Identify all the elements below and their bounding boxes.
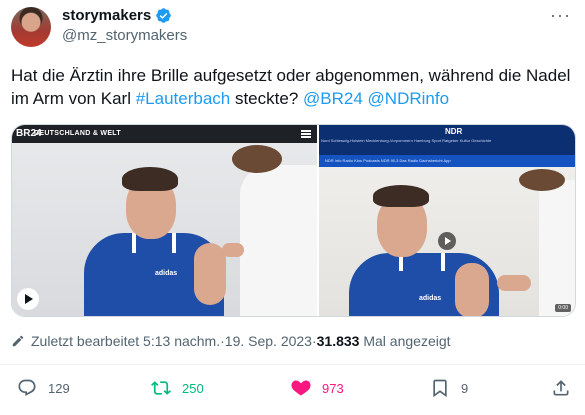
retweet-icon (151, 381, 171, 395)
pencil-icon (12, 335, 24, 347)
play-icon (445, 237, 451, 245)
shirt-logo: adidas (155, 270, 178, 277)
heart-icon (291, 380, 311, 396)
tweet-meta: Zuletzt bearbeitet 5:13 nachm. · 19. Sep… (11, 333, 451, 349)
doctor-hand (222, 243, 244, 257)
br-header-bar: BR24 DEUTSCHLAND & WELT (12, 125, 317, 143)
mention-link[interactable]: @BR24 (303, 89, 363, 108)
doctor-coat (539, 180, 575, 316)
avatar[interactable] (11, 7, 51, 47)
shirt-stripe (441, 253, 445, 271)
bookmark-icon (433, 379, 447, 398)
shirt-stripe (132, 233, 136, 253)
verified-badge-icon (156, 8, 171, 23)
doctor-hand (497, 275, 531, 291)
patient-hair (373, 185, 429, 207)
br-section-label: DEUTSCHLAND & WELT (34, 130, 121, 137)
doctor-coat (240, 165, 317, 316)
hashtag-link[interactable]: #Lauterbach (136, 89, 231, 108)
like-button[interactable]: 973 (291, 378, 344, 398)
more-icon[interactable]: ··· (550, 6, 571, 24)
doctor-hair (519, 169, 565, 191)
reply-count: 129 (48, 380, 70, 396)
divider (0, 364, 585, 365)
shirt-logo: adidas (419, 295, 442, 302)
patient-arm (194, 243, 226, 305)
bookmark-count: 9 (461, 380, 469, 396)
tweet-text: Hat die Ärztin ihre Brille aufgesetzt od… (11, 64, 576, 110)
mention-link[interactable]: @NDRinfo (368, 89, 450, 108)
shirt-stripe (172, 233, 176, 253)
ndr-nav: Nord Schleswig-Holstein Mecklenburg-Vorp… (321, 138, 492, 143)
play-icon (25, 294, 33, 304)
tweet-date[interactable]: 19. Sep. 2023 (225, 333, 312, 349)
tweet-text-part: steckte? (230, 89, 303, 108)
video-duration-badge: 0:00 (555, 304, 571, 312)
doctor-hair (232, 145, 282, 173)
reply-button[interactable]: 129 (17, 378, 70, 398)
author-name-row: storymakers (62, 7, 172, 24)
author-handle[interactable]: @mz_storymakers (62, 27, 187, 44)
reply-icon (18, 379, 36, 396)
play-button[interactable] (17, 288, 39, 310)
ndr-header-bar: NDR Nord Schleswig-Holstein Mecklenburg-… (319, 125, 575, 155)
action-bar: 129 250 973 9 (0, 378, 585, 406)
play-button[interactable] (438, 232, 456, 250)
patient-arm (455, 263, 489, 316)
share-icon (553, 380, 569, 396)
retweet-button[interactable]: 250 (151, 378, 204, 398)
edited-label[interactable]: Zuletzt bearbeitet 5:13 nachm. (31, 333, 220, 349)
bookmark-button[interactable]: 9 (430, 378, 468, 398)
media-grid: BR24 DEUTSCHLAND & WELT adidas NDR Nord … (11, 124, 576, 317)
views-count: 31.833 (316, 333, 360, 349)
video-right[interactable]: NDR Nord Schleswig-Holstein Mecklenburg-… (319, 125, 575, 316)
video-left[interactable]: BR24 DEUTSCHLAND & WELT adidas (12, 125, 317, 316)
views-label: Mal angezeigt (363, 333, 451, 349)
ndr-logo: NDR (445, 127, 463, 136)
patient-hair (122, 167, 178, 191)
ndr-subnav: NDR Info Radio Kino Podcasts NDR 90,3 Da… (325, 158, 451, 163)
hamburger-icon (301, 130, 311, 138)
like-count: 973 (322, 380, 344, 396)
display-name[interactable]: storymakers (62, 7, 151, 24)
retweet-count: 250 (182, 380, 204, 396)
ndr-subnav-bar: NDR Info Radio Kino Podcasts NDR 90,3 Da… (319, 155, 575, 167)
share-button[interactable] (551, 378, 571, 398)
